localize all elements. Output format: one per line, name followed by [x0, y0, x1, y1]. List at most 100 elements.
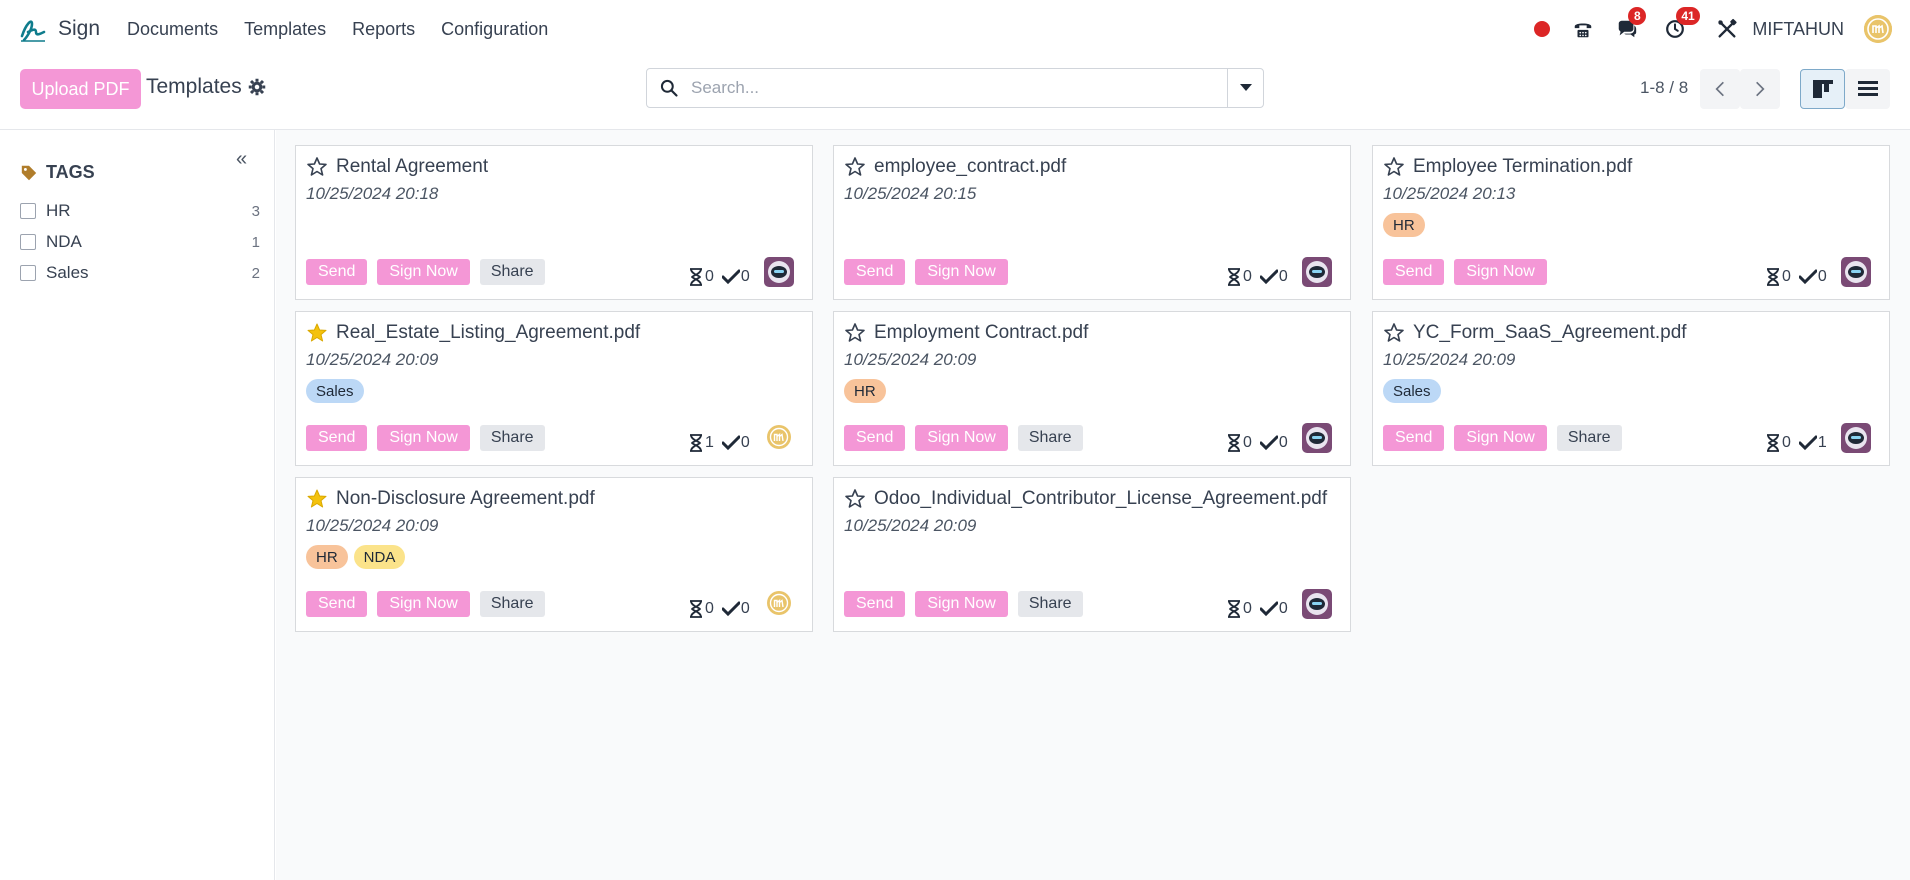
send-button[interactable]: Send [844, 591, 906, 617]
robot-avatar[interactable] [1841, 423, 1871, 453]
sign-now-button[interactable]: Sign Now [1454, 425, 1547, 451]
user-avatar[interactable] [764, 423, 794, 453]
send-button[interactable]: Send [1383, 425, 1445, 451]
star-icon[interactable] [306, 156, 328, 178]
upload-pdf-button[interactable]: Upload PDF [20, 69, 141, 109]
template-card[interactable]: Rental Agreement 10/25/2024 20:18 Send Sign… [295, 145, 813, 300]
menu-configuration[interactable]: Configuration [441, 19, 548, 40]
star-icon[interactable] [844, 322, 866, 344]
star-icon[interactable] [1383, 156, 1405, 178]
search-options-toggle[interactable] [1227, 69, 1263, 107]
send-button[interactable]: Send [1383, 259, 1445, 285]
star-icon[interactable] [844, 156, 866, 178]
tag-filter-checkbox[interactable] [20, 203, 36, 219]
template-title[interactable]: Employment Contract.pdf [874, 322, 1088, 344]
gear-icon[interactable] [248, 78, 266, 96]
user-name[interactable]: MIFTAHUN [1752, 19, 1844, 40]
tag-filter-checkbox[interactable] [20, 265, 36, 281]
hourglass-icon [1767, 268, 1779, 286]
pager-previous-button[interactable] [1700, 69, 1740, 109]
sign-now-button[interactable]: Sign Now [377, 591, 470, 617]
robot-avatar[interactable] [1302, 257, 1332, 287]
template-card[interactable]: Employee Termination.pdf 10/25/2024 20:13… [1372, 145, 1890, 300]
robot-avatar[interactable] [1841, 257, 1871, 287]
share-button[interactable]: Share [1017, 425, 1083, 451]
star-icon[interactable] [844, 488, 866, 510]
sign-now-button[interactable]: Sign Now [915, 259, 1008, 285]
debug-tools-icon[interactable] [1714, 16, 1740, 42]
template-title[interactable]: Odoo_Individual_Contributor_License_Agre… [874, 488, 1327, 510]
user-avatar[interactable] [764, 589, 794, 619]
template-title[interactable]: Real_Estate_Listing_Agreement.pdf [336, 322, 640, 344]
template-title[interactable]: Rental Agreement [336, 156, 488, 178]
template-actions: Send Sign Now Share [844, 591, 1083, 617]
template-card[interactable]: Real_Estate_Listing_Agreement.pdf 10/25/2… [295, 311, 813, 466]
template-card[interactable]: employee_contract.pdf 10/25/2024 20:15 Sen… [833, 145, 1351, 300]
activity-clock-icon[interactable]: 41 [1662, 7, 1700, 42]
kanban-view-button[interactable] [1800, 69, 1845, 109]
hourglass-icon [1767, 434, 1779, 452]
tag-filter-count: 1 [251, 233, 260, 251]
send-button[interactable]: Send [844, 259, 906, 285]
template-tags: HR NDA [306, 545, 411, 569]
share-button[interactable]: Share [479, 591, 545, 617]
template-tags: Sales [306, 379, 370, 403]
tag-filter-count: 3 [251, 202, 260, 220]
star-filled-icon[interactable] [306, 322, 328, 344]
robot-avatar[interactable] [1302, 423, 1332, 453]
sign-now-button[interactable]: Sign Now [1454, 259, 1547, 285]
template-date: 10/25/2024 20:09 [306, 350, 439, 369]
tag-badge: Sales [1383, 379, 1441, 403]
send-button[interactable]: Send [844, 425, 906, 451]
search-input[interactable] [691, 78, 1211, 98]
template-actions: Send Sign Now Share [306, 591, 545, 617]
sign-now-button[interactable]: Sign Now [915, 591, 1008, 617]
template-actions: Send Sign Now [1383, 259, 1557, 285]
search-icon [660, 79, 678, 97]
tag-filter-sales[interactable]: Sales 2 [20, 262, 260, 284]
tag-filter-nda[interactable]: NDA 1 [20, 231, 260, 253]
star-filled-icon[interactable] [306, 488, 328, 510]
pager-value[interactable]: 1-8 / 8 [1640, 78, 1688, 98]
send-button[interactable]: Send [306, 259, 368, 285]
tag-filter-hr[interactable]: HR 3 [20, 200, 260, 222]
template-actions: Send Sign Now Share [1383, 425, 1622, 451]
list-view-button[interactable] [1845, 69, 1890, 109]
template-stats: 00 [688, 600, 758, 618]
hourglass-icon [690, 434, 702, 452]
template-date: 10/25/2024 20:09 [844, 350, 977, 369]
list-icon [1857, 81, 1878, 96]
template-card[interactable]: Non-Disclosure Agreement.pdf 10/25/2024 2… [295, 477, 813, 632]
user-avatar[interactable] [1864, 15, 1892, 43]
pager-next-button[interactable] [1740, 69, 1780, 109]
template-card[interactable]: Employment Contract.pdf 10/25/2024 20:09 H… [833, 311, 1351, 466]
template-title[interactable]: employee_contract.pdf [874, 156, 1066, 178]
menu-templates[interactable]: Templates [244, 19, 326, 40]
template-title[interactable]: YC_Form_SaaS_Agreement.pdf [1413, 322, 1687, 344]
robot-avatar[interactable] [764, 257, 794, 287]
status-dot-icon[interactable] [1534, 21, 1551, 37]
menu-reports[interactable]: Reports [352, 19, 415, 40]
app-brand[interactable]: Sign [18, 14, 100, 44]
template-card[interactable]: Odoo_Individual_Contributor_License_Agre… [833, 477, 1351, 632]
share-button[interactable]: Share [1556, 425, 1622, 451]
share-button[interactable]: Share [1017, 591, 1083, 617]
phone-icon[interactable] [1570, 16, 1596, 42]
share-button[interactable]: Share [479, 425, 545, 451]
tag-filter-checkbox[interactable] [20, 234, 36, 250]
menu-documents[interactable]: Documents [127, 19, 218, 40]
sign-now-button[interactable]: Sign Now [915, 425, 1008, 451]
template-card[interactable]: YC_Form_SaaS_Agreement.pdf 10/25/2024 20:… [1372, 311, 1890, 466]
template-title[interactable]: Non-Disclosure Agreement.pdf [336, 488, 595, 510]
share-button[interactable]: Share [479, 259, 545, 285]
robot-avatar[interactable] [1302, 589, 1332, 619]
collapse-sidebar-icon[interactable]: « [236, 148, 247, 171]
star-icon[interactable] [1383, 322, 1405, 344]
check-icon [1259, 601, 1278, 617]
send-button[interactable]: Send [306, 425, 368, 451]
sign-now-button[interactable]: Sign Now [377, 259, 470, 285]
template-title[interactable]: Employee Termination.pdf [1413, 156, 1632, 178]
messages-icon[interactable]: 8 [1614, 7, 1647, 42]
send-button[interactable]: Send [306, 591, 368, 617]
sign-now-button[interactable]: Sign Now [377, 425, 470, 451]
